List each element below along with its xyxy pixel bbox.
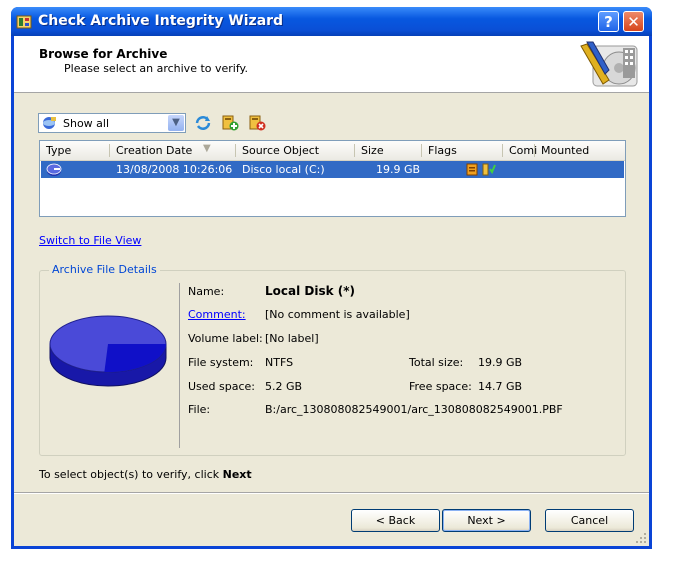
filter-icon [43,117,56,129]
column-header-flags[interactable]: Flags [428,144,457,157]
creation-date-cell: 13/08/2008 10:26:06 [116,163,233,176]
column-separator [502,144,503,157]
footer-hint: To select object(s) to verify, click Nex… [39,468,252,481]
help-button[interactable]: ? [598,11,619,32]
archive-list[interactable]: Type Creation Date ▼ Source Object Size … [39,140,626,217]
wizard-body: Browse for Archive Please select an arch… [14,36,649,546]
column-header-mounted[interactable]: Mounted [541,144,589,157]
column-separator [421,144,422,157]
window-title: Check Archive Integrity Wizard [38,13,284,29]
archive-file-details-legend: Archive File Details [49,263,160,276]
page-subtitle: Please select an archive to verify. [64,62,248,75]
title-bar[interactable]: Check Archive Integrity Wizard ? ✕ [11,7,652,36]
flag-icon [466,163,478,176]
footer-hint-text: To select object(s) to verify, click [39,468,223,481]
disk-usage-pie-icon [49,315,167,387]
footer-divider [14,492,649,494]
column-separator [354,144,355,157]
list-header: Type Creation Date ▼ Source Object Size … [40,141,625,161]
remove-archive-icon[interactable] [248,114,266,132]
total-size-value: 19.9 GB [478,356,523,369]
wizard-app-icon [16,15,32,29]
size-cell: 19.9 GB [376,163,421,176]
chevron-down-icon[interactable]: ▼ [168,115,184,131]
resize-grip-icon[interactable] [635,532,647,544]
column-header-creation-date[interactable]: Creation Date [116,144,192,157]
add-archive-icon[interactable] [221,114,239,132]
table-row[interactable]: 13/08/2008 10:26:06 Disco local (C:) 19.… [41,161,624,178]
column-separator [534,144,535,157]
file-system-label: File system: [188,356,254,369]
free-space-value: 14.7 GB [478,380,523,393]
volume-label-value: [No label] [265,332,319,345]
switch-to-file-view-link[interactable]: Switch to File View [39,234,141,247]
volume-label-label: Volume label: [188,332,263,345]
file-label: File: [188,403,211,416]
footer-hint-next: Next [222,468,252,481]
wizard-header: Browse for Archive Please select an arch… [14,36,649,93]
filter-value: Show all [63,117,110,130]
comment-value: [No comment is available] [265,308,410,321]
name-value: Local Disk (*) [265,284,356,298]
wizard-window: Check Archive Integrity Wizard ? ✕ Brows… [11,7,652,549]
used-space-label: Used space: [188,380,256,393]
file-path-value: B:/arc_130808082549001/arc_1308080825490… [265,403,563,416]
flag-icon [482,163,496,176]
details-divider [179,283,180,448]
source-object-cell: Disco local (C:) [242,163,325,176]
cancel-button[interactable]: Cancel [545,509,634,532]
next-button[interactable]: Next > [442,509,531,532]
disk-archive-icon [46,163,62,176]
back-button[interactable]: < Back [351,509,440,532]
total-size-label: Total size: [409,356,464,369]
column-header-type[interactable]: Type [46,144,71,157]
refresh-icon[interactable] [194,114,212,132]
filter-dropdown[interactable]: Show all ▼ [38,113,186,133]
page-title: Browse for Archive [39,47,168,61]
comment-link[interactable]: Comment: [188,308,246,321]
column-header-size[interactable]: Size [361,144,384,157]
free-space-label: Free space: [409,380,472,393]
sort-arrow-icon: ▼ [203,143,211,154]
used-space-value: 5.2 GB [265,380,303,393]
close-button[interactable]: ✕ [623,11,644,32]
file-system-value: NTFS [265,356,294,369]
name-label: Name: [188,285,225,298]
column-separator [235,144,236,157]
column-header-source-object[interactable]: Source Object [242,144,319,157]
column-header-comment[interactable]: Comi [509,144,537,157]
column-separator [109,144,110,157]
wizard-graphic-icon [580,41,638,87]
